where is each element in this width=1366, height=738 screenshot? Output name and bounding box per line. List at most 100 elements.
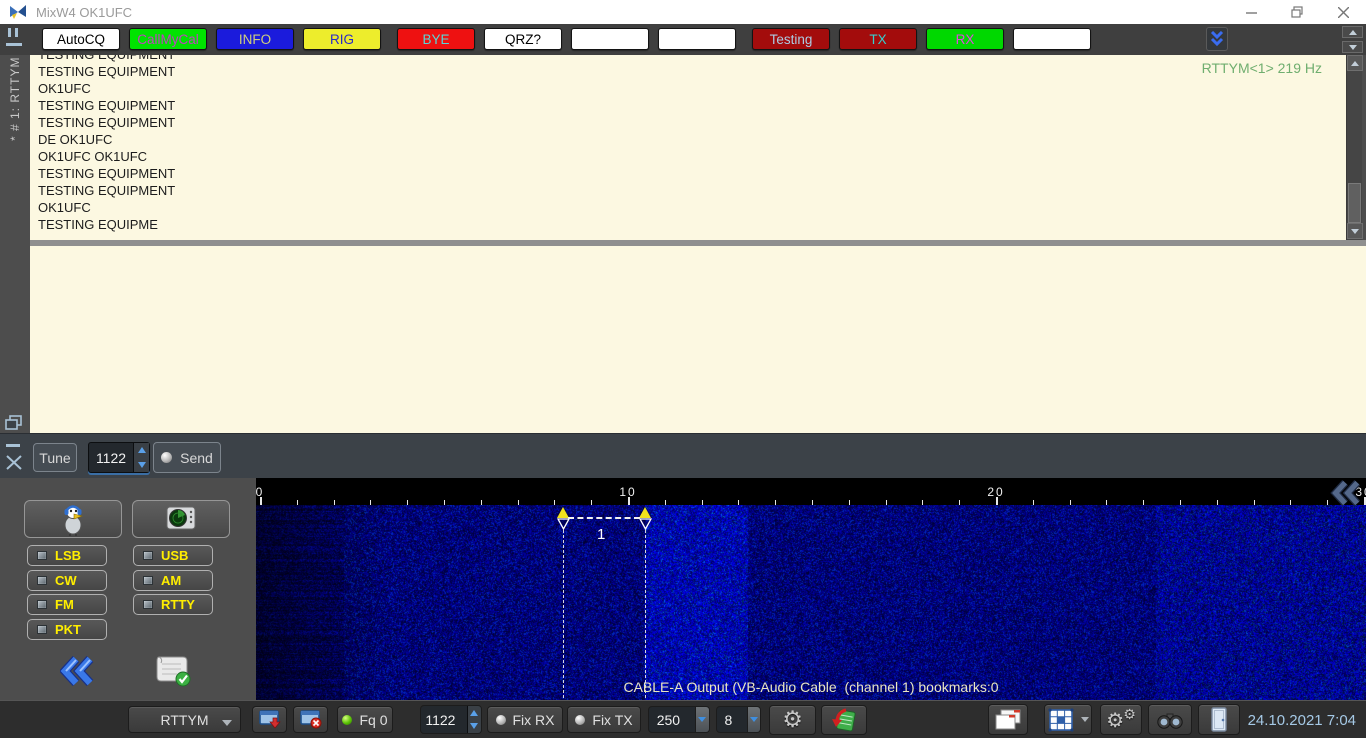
scroll-up-button[interactable] bbox=[1347, 55, 1363, 71]
minimize-pane-icon[interactable] bbox=[6, 444, 22, 448]
waterfall-spectrum[interactable] bbox=[256, 505, 1366, 700]
toolbar-scroll-down-button[interactable] bbox=[1342, 41, 1363, 53]
scroll-check-icon bbox=[153, 653, 193, 687]
status-bar: RTTYM Fq 0 1122 bbox=[0, 700, 1366, 738]
waterfall-marker-right[interactable] bbox=[639, 507, 651, 518]
scroll-down-button[interactable] bbox=[1347, 223, 1363, 239]
exit-button[interactable] bbox=[1198, 704, 1240, 735]
channel-strip: * # 1: RTTYM bbox=[0, 55, 30, 478]
scale-label: 0 bbox=[256, 485, 264, 499]
macro-button-rx[interactable]: RX bbox=[926, 28, 1004, 50]
waterfall-scale: 0102030 bbox=[256, 478, 1366, 505]
log-confirm-button[interactable] bbox=[149, 653, 197, 687]
mode-button-fm[interactable]: FM bbox=[27, 594, 107, 615]
window-close-icon bbox=[300, 710, 322, 729]
spin-down-button[interactable] bbox=[468, 720, 481, 734]
mode-indicator-icon bbox=[37, 551, 47, 560]
fq-toggle-button[interactable]: Fq 0 bbox=[337, 706, 393, 733]
tx-text-pane[interactable] bbox=[30, 246, 1366, 433]
layout-grid-button[interactable] bbox=[1044, 704, 1092, 735]
scale-label: 20 bbox=[987, 485, 1004, 499]
mode-label: CW bbox=[55, 573, 77, 588]
tx-freq-value: 1122 bbox=[89, 443, 133, 472]
fix-rx-button[interactable]: Fix RX bbox=[487, 706, 563, 733]
spin-down-button[interactable] bbox=[134, 458, 149, 473]
minimize-button[interactable] bbox=[1228, 0, 1274, 24]
macro-button-info[interactable]: INFO bbox=[216, 28, 294, 50]
macro-toolbar: AutoCQ CallMyCal INFO RIG BYE QRZ? Testing TX RX bbox=[0, 24, 1366, 55]
windows-cascade-button[interactable] bbox=[988, 704, 1028, 735]
macro-button-empty-11[interactable] bbox=[1013, 28, 1091, 50]
rx-line: TESTING EQUIPMENT bbox=[30, 63, 1322, 80]
mode-indicator-icon bbox=[37, 625, 47, 634]
rx-line: OK1UFC bbox=[30, 80, 1322, 97]
macro-button-testing[interactable]: Testing bbox=[752, 28, 830, 50]
gear-icon: ⚙ bbox=[1123, 707, 1136, 723]
mode-button-cw[interactable]: CW bbox=[27, 570, 107, 591]
tx-freq-spinner[interactable]: 1122 bbox=[88, 442, 150, 473]
collapse-panel-button[interactable] bbox=[59, 655, 95, 687]
marker-span-line bbox=[568, 517, 640, 519]
channel-tab[interactable]: * # 1: RTTYM bbox=[0, 57, 30, 225]
settings-button[interactable]: ⚙ bbox=[769, 705, 816, 735]
send-button[interactable]: Send bbox=[153, 442, 221, 473]
toolbar-expand-button[interactable] bbox=[1206, 27, 1228, 51]
freq-spinner[interactable]: 1122 bbox=[420, 705, 482, 734]
fix-tx-button[interactable]: Fix TX bbox=[567, 706, 641, 733]
toolbar-grip-icon[interactable] bbox=[6, 28, 28, 50]
speed-value: 250 bbox=[649, 712, 688, 728]
mode-label: LSB bbox=[55, 548, 81, 563]
mode-button-usb[interactable]: USB bbox=[133, 545, 213, 566]
mode-button-rtty[interactable]: RTTY bbox=[133, 594, 213, 615]
toolbar-scroll-up-button[interactable] bbox=[1342, 26, 1363, 38]
macro-button-tx[interactable]: TX bbox=[839, 28, 917, 50]
waterfall-collapse-button[interactable] bbox=[1330, 480, 1362, 511]
window-close-button[interactable] bbox=[293, 706, 328, 733]
close-button[interactable] bbox=[1320, 0, 1366, 24]
waterfall-caption: CABLE-A Output (VB-Audio Cable (channel … bbox=[256, 679, 1366, 695]
scrollbar-thumb[interactable] bbox=[1348, 183, 1361, 223]
macro-button-rig[interactable]: RIG bbox=[303, 28, 381, 50]
close-pane-icon[interactable] bbox=[5, 454, 23, 471]
mode-indicator-icon bbox=[143, 551, 153, 560]
mascot-button[interactable] bbox=[24, 500, 122, 538]
macro-buttons: AutoCQ CallMyCal INFO RIG BYE QRZ? Testing TX RX bbox=[42, 28, 1091, 50]
mode-button-am[interactable]: AM bbox=[133, 570, 213, 591]
search-button[interactable] bbox=[1148, 704, 1192, 735]
door-icon bbox=[1211, 707, 1227, 732]
window-title: MixW4 OK1UFC bbox=[36, 5, 132, 20]
mode-button-pkt[interactable]: PKT bbox=[27, 619, 107, 640]
combo-arrow-button[interactable] bbox=[695, 707, 709, 732]
macro-button-empty-7[interactable] bbox=[658, 28, 736, 50]
macro-button-empty-6[interactable] bbox=[571, 28, 649, 50]
copy-pane-icon[interactable] bbox=[5, 415, 23, 431]
speed-select[interactable]: 250 bbox=[648, 706, 710, 733]
arrow-down-icon bbox=[138, 462, 146, 468]
rx-text-pane[interactable]: TESTING EQUIPMENTTESTING EQUIPMENTOK1UFC… bbox=[30, 55, 1346, 240]
window-add-button[interactable] bbox=[252, 706, 287, 733]
spin-up-button[interactable] bbox=[134, 443, 149, 458]
macro-button-callmycal[interactable]: CallMyCal bbox=[129, 28, 207, 50]
grid-layout-icon bbox=[1048, 708, 1074, 732]
rx-line: OK1UFC OK1UFC bbox=[30, 148, 1322, 165]
bits-select[interactable]: 8 bbox=[716, 706, 761, 733]
macro-button-bye[interactable]: BYE bbox=[397, 28, 475, 50]
macro-button-qrz-[interactable]: QRZ? bbox=[484, 28, 562, 50]
log-qso-button[interactable] bbox=[821, 705, 867, 735]
datetime-display: 24.10.2021 7:04 bbox=[1248, 712, 1356, 729]
mode-select[interactable]: RTTYM bbox=[128, 706, 241, 733]
tune-button[interactable]: Tune bbox=[33, 443, 77, 472]
binoculars-icon bbox=[1156, 711, 1184, 729]
waterfall-display[interactable]: 0102030 1 CABLE-A Output (VB-Audio Cable… bbox=[256, 478, 1366, 700]
spin-up-button[interactable] bbox=[468, 706, 481, 720]
rx-mode-status: RTTYM<1> 219 Hz bbox=[1202, 60, 1322, 76]
mode-button-lsb[interactable]: LSB bbox=[27, 545, 107, 566]
restore-button[interactable] bbox=[1274, 0, 1320, 24]
cat-display-button[interactable] bbox=[132, 500, 230, 538]
macro-button-autocq[interactable]: AutoCQ bbox=[42, 28, 120, 50]
rx-scrollbar[interactable] bbox=[1346, 55, 1362, 240]
devices-settings-button[interactable]: ⚙ ⚙ bbox=[1100, 704, 1142, 735]
combo-arrow-button[interactable] bbox=[747, 707, 760, 732]
chevron-down-icon bbox=[1081, 717, 1089, 722]
mode-label: PKT bbox=[55, 622, 81, 637]
